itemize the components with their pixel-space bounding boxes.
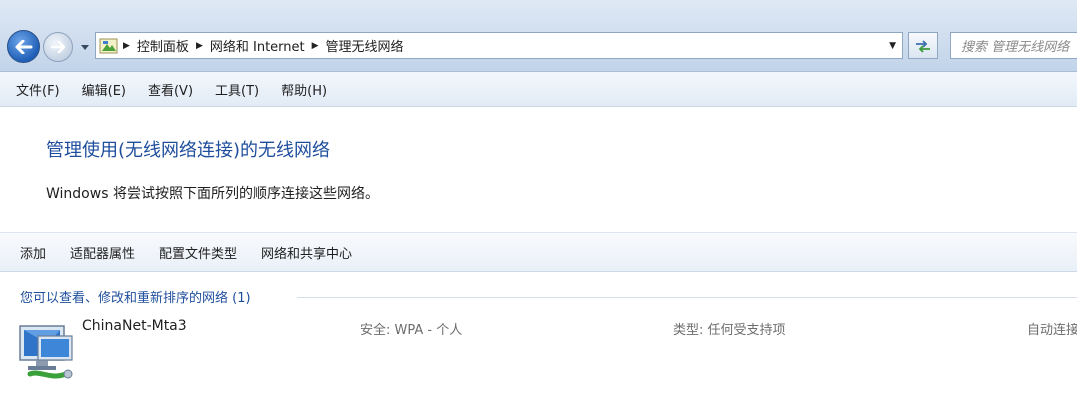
page-description: Windows 将尝试按照下面所列的顺序连接这些网络。 bbox=[46, 186, 379, 202]
menu-file[interactable]: 文件(F) bbox=[16, 80, 60, 99]
breadcrumb-separator[interactable]: ▶ bbox=[123, 41, 130, 51]
refresh-icon bbox=[916, 39, 930, 53]
network-name: ChinaNet-Mta3 bbox=[82, 318, 187, 334]
control-panel-icon bbox=[99, 38, 118, 53]
breadcrumb-manage-wireless[interactable]: 管理无线网络 bbox=[326, 36, 404, 55]
add-button[interactable]: 添加 bbox=[20, 243, 46, 262]
group-header-label: 您可以查看、修改和重新排序的网络 (1) bbox=[20, 291, 251, 306]
forward-arrow-icon bbox=[51, 41, 65, 53]
menu-bar: 文件(F) 编辑(E) 查看(V) 工具(T) 帮助(H) bbox=[0, 72, 1077, 107]
network-security: 安全: WPA - 个人 bbox=[360, 323, 463, 338]
network-connection-mode: 自动连接 bbox=[1027, 323, 1077, 338]
address-bar[interactable]: ▶ 控制面板 ▶ 网络和 Internet ▶ 管理无线网络 ▼ bbox=[95, 32, 903, 59]
back-arrow-icon bbox=[15, 39, 32, 54]
page-title: 管理使用(无线网络连接)的无线网络 bbox=[46, 140, 331, 161]
back-button[interactable] bbox=[7, 30, 40, 63]
group-divider bbox=[297, 297, 1077, 298]
wireless-network-icon bbox=[19, 325, 73, 379]
refresh-button[interactable] bbox=[908, 32, 938, 59]
menu-view[interactable]: 查看(V) bbox=[148, 80, 193, 99]
breadcrumb-control-panel[interactable]: 控制面板 bbox=[137, 36, 189, 55]
menu-tools[interactable]: 工具(T) bbox=[215, 80, 259, 99]
profile-types-button[interactable]: 配置文件类型 bbox=[159, 243, 237, 262]
search-placeholder: 搜索 管理无线网络 bbox=[961, 40, 1070, 55]
breadcrumb-separator[interactable]: ▶ bbox=[312, 41, 319, 51]
network-type: 类型: 任何受支持项 bbox=[673, 323, 786, 338]
network-group-header[interactable]: 您可以查看、修改和重新排序的网络 (1) bbox=[20, 287, 251, 306]
address-dropdown-icon[interactable]: ▼ bbox=[889, 41, 896, 51]
adapter-properties-button[interactable]: 适配器属性 bbox=[70, 243, 135, 262]
chevron-down-icon[interactable] bbox=[80, 42, 90, 52]
menu-edit[interactable]: 编辑(E) bbox=[82, 80, 126, 99]
breadcrumb-network-internet[interactable]: 网络和 Internet bbox=[210, 36, 305, 55]
network-sharing-center-button[interactable]: 网络和共享中心 bbox=[261, 243, 352, 262]
command-toolbar: 添加 适配器属性 配置文件类型 网络和共享中心 bbox=[0, 232, 1077, 272]
breadcrumb-separator[interactable]: ▶ bbox=[196, 41, 203, 51]
navigation-bar: ▶ 控制面板 ▶ 网络和 Internet ▶ 管理无线网络 ▼ 搜索 管理无线… bbox=[0, 0, 1077, 72]
forward-button[interactable] bbox=[43, 32, 73, 62]
search-input[interactable]: 搜索 管理无线网络 bbox=[950, 32, 1077, 59]
menu-help[interactable]: 帮助(H) bbox=[281, 80, 327, 99]
